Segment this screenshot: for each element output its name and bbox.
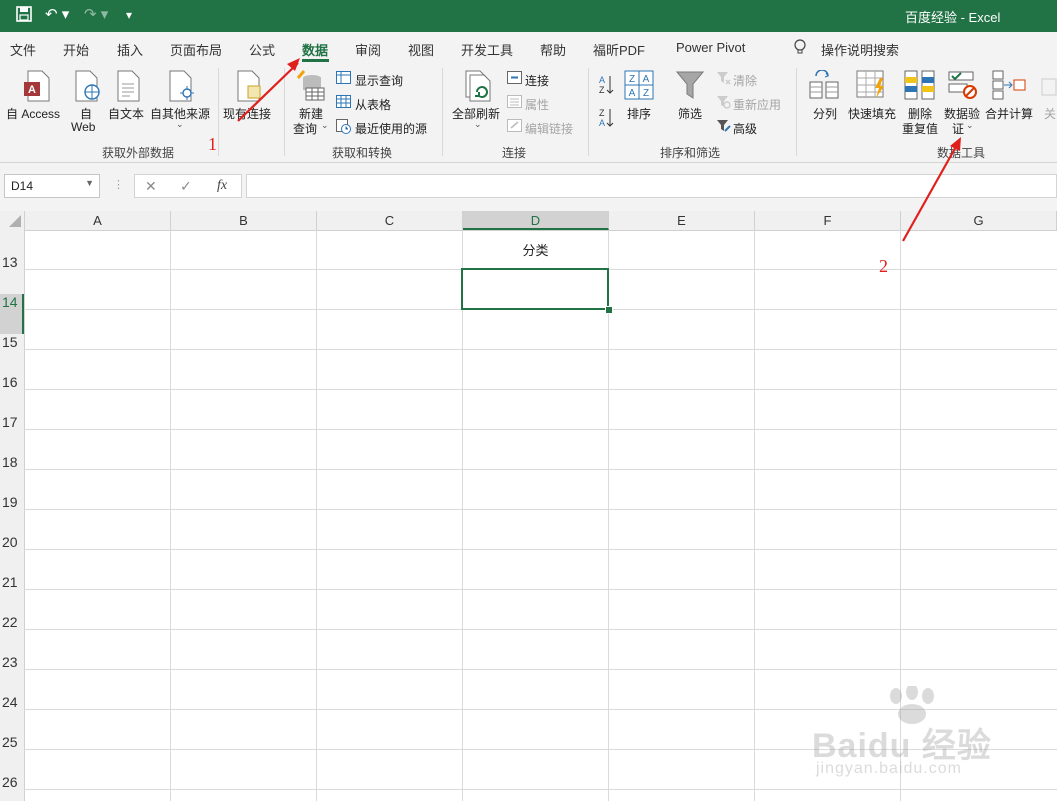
baidu-watermark: Baidu 经验 jingyan.baidu.com: [812, 686, 1012, 786]
annotation-number-2: 2: [879, 256, 888, 276]
annotation-number-1: 1: [208, 134, 217, 154]
annotation-arrows: [237, 58, 961, 242]
watermark-url: jingyan.baidu.com: [816, 760, 962, 777]
